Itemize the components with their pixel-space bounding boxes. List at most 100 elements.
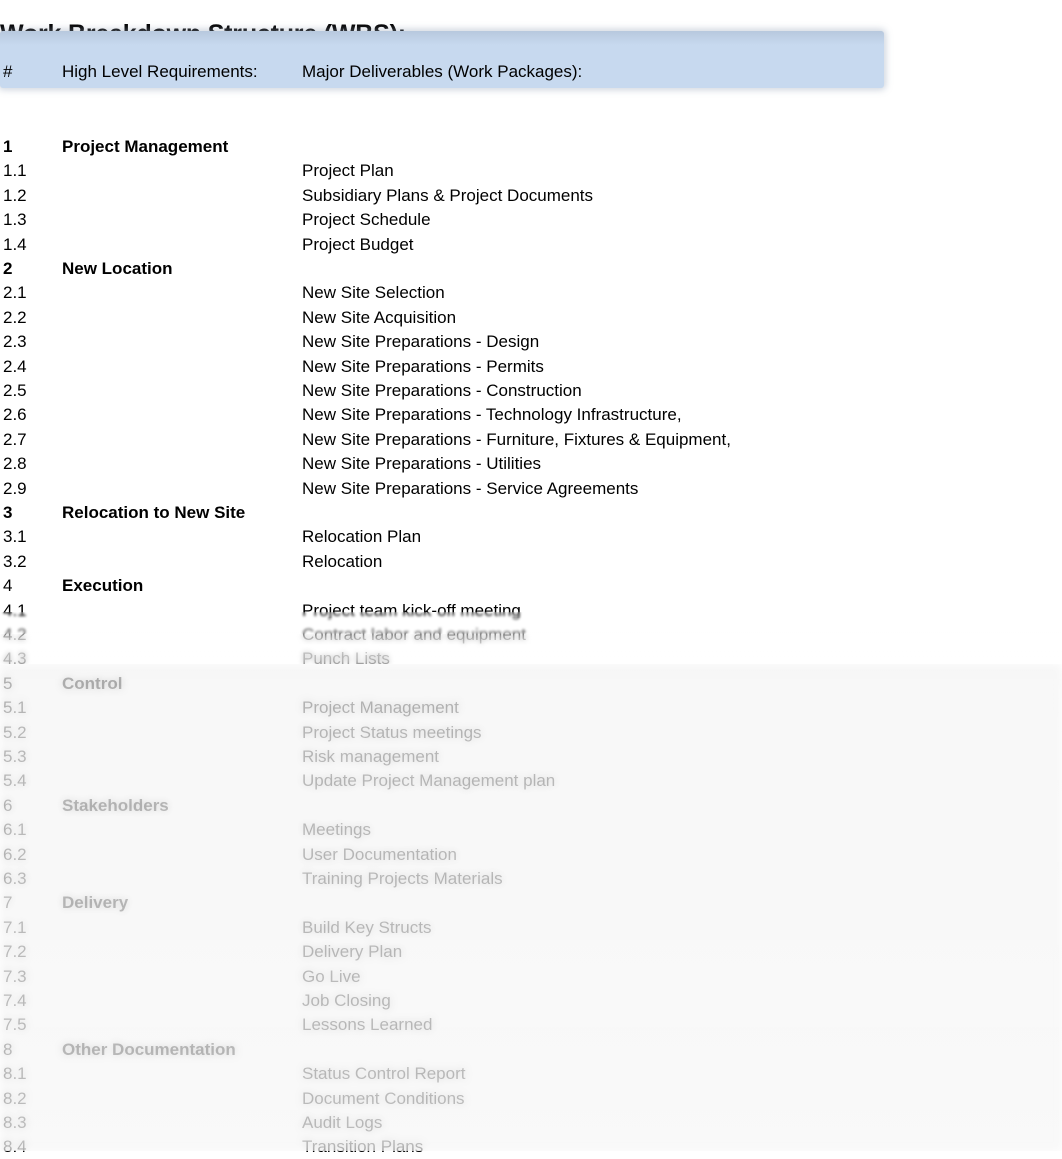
wbs-deliverable-cell: Subsidiary Plans & Project Documents: [302, 185, 594, 205]
wbs-number-cell: 1.1: [3, 161, 27, 181]
table-row: 8 Other Documentation: [0, 1038, 1062, 1062]
wbs-requirement-cell: Execution: [62, 574, 143, 598]
wbs-number-cell: 4.2: [3, 625, 27, 644]
wbs-deliverable-cell: Project Status meetings: [302, 722, 482, 742]
wbs-number-cell: 4.3: [3, 649, 27, 669]
table-row: 6.1 Meetings: [0, 818, 1062, 842]
wbs-deliverable-cell: New Site Preparations - Technology Infra…: [302, 405, 682, 425]
table-row: 5 Control: [0, 672, 1062, 696]
wbs-requirement-cell: Relocation to New Site: [62, 501, 245, 525]
wbs-requirement-cell: Stakeholders: [62, 794, 169, 818]
table-row: 2.1 New Site Selection: [0, 281, 1062, 305]
wbs-deliverable-cell: Audit Logs: [302, 1113, 383, 1132]
wbs-deliverable-cell: Lessons Learned: [302, 1015, 433, 1035]
table-row: 7.4 Job Closing: [0, 989, 1062, 1013]
table-row: 4.1 Project team kick-off meeting: [0, 599, 1062, 623]
wbs-number-cell: 5.1: [3, 698, 27, 718]
table-row: 2 New Location: [0, 257, 1062, 281]
wbs-deliverable-cell: New Site Preparations - Design: [302, 332, 540, 352]
table-row: 3 Relocation to New Site: [0, 501, 1062, 525]
wbs-number-cell: 3.1: [3, 527, 27, 547]
table-row: 1.4 Project Budget: [0, 233, 1062, 257]
wbs-deliverable-cell: Relocation: [302, 551, 383, 571]
wbs-number-cell: 7.4: [3, 991, 27, 1010]
wbs-number-cell: 2.8: [3, 454, 27, 474]
wbs-number-cell: 8.1: [3, 1064, 27, 1084]
wbs-number-cell: 6.1: [3, 820, 27, 840]
wbs-number-cell: 5.4: [3, 771, 27, 791]
wbs-deliverable-cell: Project Budget: [302, 234, 414, 254]
wbs-number-cell: 8.4: [3, 1137, 27, 1157]
wbs-deliverable-cell: Meetings: [302, 820, 371, 840]
table-row: 1 Project Management: [0, 135, 1062, 159]
wbs-requirement-cell: Delivery: [62, 891, 128, 915]
wbs-number-cell: 7.2: [3, 942, 27, 962]
wbs-number-cell: 7.1: [3, 917, 27, 937]
wbs-number-cell: 2.6: [3, 405, 27, 425]
column-header-requirements: High Level Requirements:: [62, 62, 258, 81]
table-row: 1.2 Subsidiary Plans & Project Documents: [0, 184, 1062, 208]
wbs-number-cell: 1.2: [3, 185, 27, 205]
wbs-number-cell: 7.3: [3, 966, 27, 986]
wbs-number-cell: 5: [3, 673, 13, 693]
table-row: 7.1 Build Key Structs: [0, 916, 1062, 940]
wbs-number-cell: 2.4: [3, 356, 27, 376]
wbs-number-cell: 3: [3, 503, 13, 522]
wbs-number-cell: 4.1: [3, 600, 27, 620]
column-header-number: #: [3, 62, 13, 81]
table-row: 6.2 User Documentation: [0, 843, 1062, 867]
wbs-deliverable-cell: Go Live: [302, 966, 361, 986]
table-row: 1.1 Project Plan: [0, 159, 1062, 183]
table-row: 8.4 Transition Plans: [0, 1135, 1062, 1159]
wbs-deliverable-cell: Delivery Plan: [302, 942, 403, 962]
table-row: 5.1 Project Management: [0, 696, 1062, 720]
table-row: 2.5 New Site Preparations - Construction: [0, 379, 1062, 403]
wbs-deliverable-cell: Job Closing: [302, 991, 391, 1010]
table-row: 3.2 Relocation: [0, 550, 1062, 574]
table-row: 5.2 Project Status meetings: [0, 721, 1062, 745]
wbs-deliverable-cell: New Site Acquisition: [302, 307, 457, 327]
table-row: 6 Stakeholders: [0, 794, 1062, 818]
table-row: 8.1 Status Control Report: [0, 1062, 1062, 1086]
wbs-deliverable-cell: New Site Preparations - Service Agreemen…: [302, 478, 639, 498]
wbs-number-cell: 2.5: [3, 381, 27, 400]
wbs-number-cell: 5.2: [3, 722, 27, 742]
table-row: 8.2 Document Conditions: [0, 1087, 1062, 1111]
wbs-deliverable-cell: Update Project Management plan: [302, 771, 556, 791]
wbs-deliverable-cell: New Site Preparations - Construction: [302, 381, 582, 400]
table-row: 6.3 Training Projects Materials: [0, 867, 1062, 891]
wbs-number-cell: 2.1: [3, 283, 27, 303]
wbs-deliverable-cell: Project team kick-off meeting: [302, 600, 521, 620]
wbs-deliverable-cell: New Site Selection: [302, 283, 445, 303]
wbs-number-cell: 6.2: [3, 844, 27, 864]
wbs-number-cell: 8: [3, 1039, 13, 1059]
table-row: 4.2 Contract labor and equipment: [0, 623, 1062, 647]
wbs-deliverable-cell: New Site Preparations - Permits: [302, 356, 544, 376]
wbs-requirement-cell: Control: [62, 672, 122, 696]
wbs-number-cell: 2.2: [3, 307, 27, 327]
table-row: 7 Delivery: [0, 891, 1062, 915]
wbs-deliverable-cell: Contract labor and equipment: [302, 625, 526, 644]
wbs-deliverable-cell: Training Projects Materials: [302, 869, 503, 888]
wbs-number-cell: 2: [3, 259, 13, 278]
table-row: 2.9 New Site Preparations - Service Agree…: [0, 477, 1062, 501]
wbs-deliverable-cell: New Site Preparations - Furniture, Fixtu…: [302, 429, 731, 449]
wbs-deliverable-cell: New Site Preparations - Utilities: [302, 454, 542, 474]
wbs-number-cell: 4: [3, 576, 13, 596]
table-row: 7.5 Lessons Learned: [0, 1013, 1062, 1037]
wbs-requirement-cell: Other Documentation: [62, 1038, 236, 1062]
table-row: 5.4 Update Project Management plan: [0, 769, 1062, 793]
wbs-deliverable-cell: Transition Plans: [302, 1137, 424, 1157]
wbs-deliverable-cell: Punch Lists: [302, 649, 390, 669]
wbs-deliverable-cell: User Documentation: [302, 844, 457, 864]
table-row: 2.2 New Site Acquisition: [0, 306, 1062, 330]
table-row: 2.4 New Site Preparations - Permits: [0, 355, 1062, 379]
wbs-number-cell: 3.2: [3, 551, 27, 571]
wbs-number-cell: 2.7: [3, 429, 27, 449]
wbs-number-cell: 7: [3, 893, 13, 913]
wbs-deliverable-cell: Status Control Report: [302, 1064, 466, 1084]
wbs-deliverable-cell: Project Management: [302, 698, 459, 718]
wbs-table-body: 1 Project Management 1.1 Project Plan 1.2 Sub…: [0, 0, 1062, 1156]
column-header-deliverables: Major Deliverables (Work Packages):: [302, 62, 583, 81]
wbs-requirement-cell: Project Management: [62, 135, 228, 159]
